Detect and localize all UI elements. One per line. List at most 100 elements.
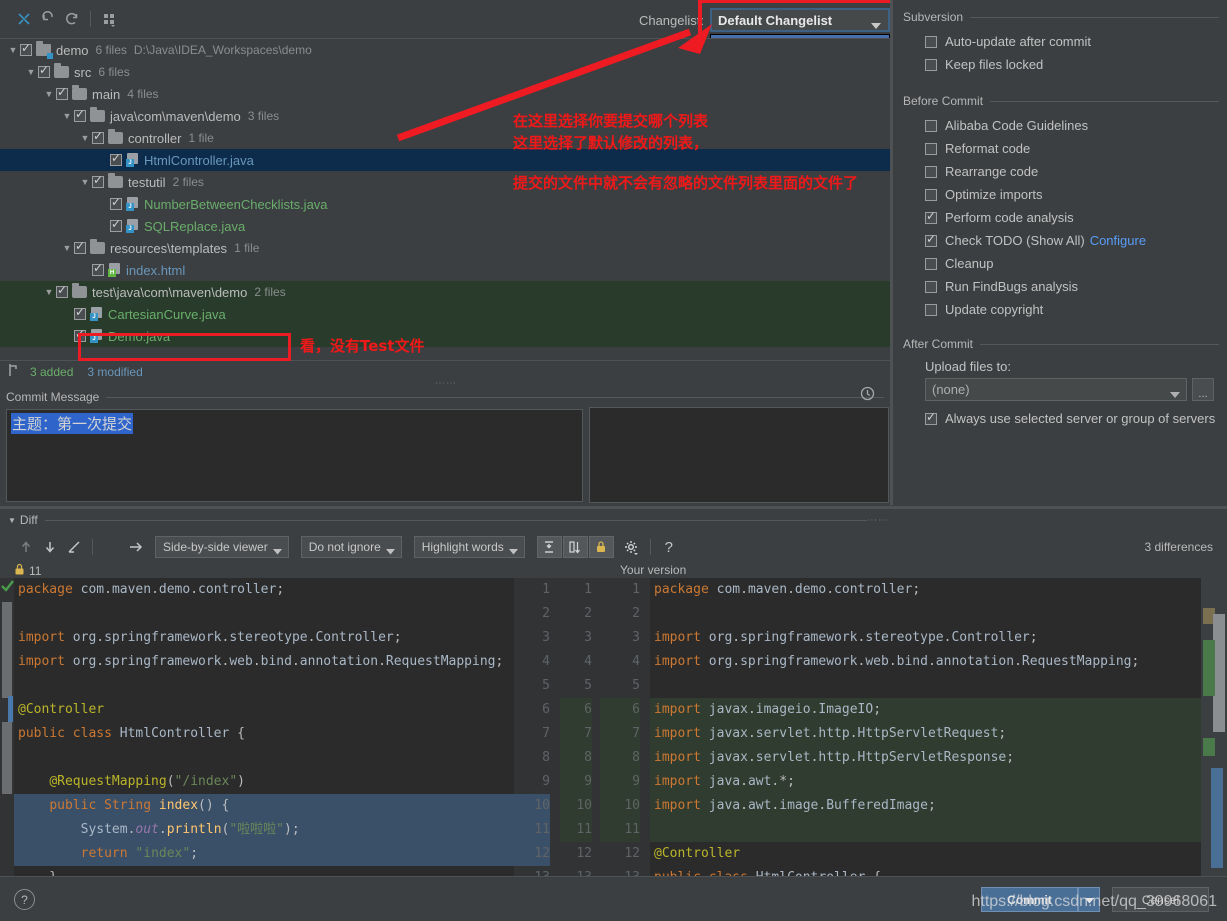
before-commit-option-alibaba-code-guidelines[interactable]: Alibaba Code Guidelines xyxy=(903,114,1219,137)
tree-node-sqlreplace-java[interactable]: SQLReplace.java xyxy=(0,215,890,237)
history-clock-icon[interactable] xyxy=(860,386,875,404)
left-code-area[interactable]: package com.maven.demo.controller; impor… xyxy=(14,578,514,878)
tree-node-numberbetweenchecklists-java[interactable]: NumberBetweenChecklists.java xyxy=(0,193,890,215)
chevron-down-icon[interactable]: ▼ xyxy=(8,516,16,525)
help-button[interactable]: ? xyxy=(14,889,35,910)
checkbox[interactable] xyxy=(925,303,937,316)
arrow-left-icon[interactable] xyxy=(99,536,123,558)
gear-icon[interactable] xyxy=(620,536,644,558)
tree-node-checkbox[interactable] xyxy=(110,151,122,166)
tree-expand-icon[interactable]: ▼ xyxy=(78,133,92,143)
tree-node-checkbox[interactable] xyxy=(74,107,86,122)
right-code-area[interactable]: package com.maven.demo.controller; impor… xyxy=(650,578,1201,878)
checkbox[interactable] xyxy=(925,142,937,155)
accept-change-icon[interactable] xyxy=(1,579,14,596)
checkbox[interactable] xyxy=(925,257,937,270)
diff-right-pane[interactable]: 1 2 3 4 5 6 7 8 9 10 11 12 13 1 2 3 4 5 6 7 8 9 10 11 12 13 pack… xyxy=(560,578,1227,878)
horizontal-splitter[interactable] xyxy=(0,506,1227,509)
diff-viewer[interactable]: package com.maven.demo.controller; impor… xyxy=(0,578,1227,878)
tree-expand-icon[interactable]: ▼ xyxy=(42,287,56,297)
tree-node-htmlcontroller-java[interactable]: HtmlController.java xyxy=(0,149,890,171)
checkbox[interactable] xyxy=(925,165,937,178)
diff-section-header[interactable]: ▼ Diff ⋯⋯ xyxy=(0,512,1227,528)
tree-node-checkbox[interactable] xyxy=(56,85,68,100)
commit-dropdown-button[interactable] xyxy=(1078,887,1100,912)
tree-node-checkbox[interactable] xyxy=(74,305,86,320)
commit-button[interactable]: Commit xyxy=(981,887,1078,912)
tree-expand-icon[interactable]: ▼ xyxy=(6,45,20,55)
splitter-handle[interactable]: ⋯⋯ xyxy=(435,378,457,389)
arrow-up-icon[interactable] xyxy=(14,536,38,558)
tree-node-checkbox[interactable] xyxy=(74,239,86,254)
before-commit-option-optimize-imports[interactable]: Optimize imports xyxy=(903,183,1219,206)
upload-target-combo[interactable]: (none) xyxy=(925,378,1187,401)
before-commit-option-perform-code-analysis[interactable]: Perform code analysis xyxy=(903,206,1219,229)
expand-collapse-icon[interactable] xyxy=(12,7,36,31)
arrow-right-icon[interactable] xyxy=(123,536,147,558)
collapse-unchanged-icon[interactable] xyxy=(536,536,562,558)
viewer-mode-combo[interactable]: Side-by-side viewer xyxy=(155,536,289,558)
tree-node-resources-templates[interactable]: ▼ resources\templates 1 file xyxy=(0,237,890,259)
tree-node-main[interactable]: ▼ main 4 files xyxy=(0,83,890,105)
splitter-handle[interactable]: ⋯⋯ xyxy=(867,515,889,526)
checkbox[interactable] xyxy=(925,209,937,224)
refresh-icon[interactable] xyxy=(60,7,84,31)
diff-left-pane[interactable]: package com.maven.demo.controller; impor… xyxy=(0,578,560,878)
browse-servers-button[interactable]: ... xyxy=(1192,378,1214,401)
before-commit-option-run-findbugs-analysis[interactable]: Run FindBugs analysis xyxy=(903,275,1219,298)
before-commit-option-reformat-code[interactable]: Reformat code xyxy=(903,137,1219,160)
svn-option-auto-update-after-commit[interactable]: Auto-update after commit xyxy=(903,30,1219,53)
tree-expand-icon[interactable]: ▼ xyxy=(78,177,92,187)
tree-node-test-java-com-maven-demo[interactable]: ▼ test\java\com\maven\demo 2 files xyxy=(0,281,890,303)
ignore-mode-combo[interactable]: Do not ignore xyxy=(300,536,402,558)
tree-node-checkbox[interactable] xyxy=(110,217,122,232)
checkbox[interactable] xyxy=(925,119,937,132)
changelist-combo[interactable]: Default Changelist xyxy=(710,8,890,32)
tree-node-checkbox[interactable] xyxy=(92,261,104,276)
tree-node-checkbox[interactable] xyxy=(92,173,104,188)
tree-expand-icon[interactable]: ▼ xyxy=(60,111,74,121)
before-commit-option-update-copyright[interactable]: Update copyright xyxy=(903,298,1219,321)
left-change-gutter[interactable] xyxy=(0,578,14,878)
before-commit-options[interactable]: Alibaba Code Guidelines Reformat code Rear… xyxy=(903,114,1219,321)
show-whitespace-icon[interactable] xyxy=(562,536,588,558)
diff-overview-scrollbar[interactable] xyxy=(1201,578,1227,878)
lock-icon[interactable] xyxy=(588,536,614,558)
cancel-button[interactable]: Cancel xyxy=(1112,887,1209,912)
configure-link[interactable]: Configure xyxy=(1090,233,1146,248)
tree-node-checkbox[interactable] xyxy=(110,195,122,210)
before-commit-option-check-todo-show-all[interactable]: Check TODO (Show All) Configure xyxy=(903,229,1219,252)
group-by-icon[interactable] xyxy=(97,7,121,31)
svn-option-keep-files-locked[interactable]: Keep files locked xyxy=(903,53,1219,76)
checkbox[interactable] xyxy=(925,188,937,201)
tree-node-checkbox[interactable] xyxy=(92,129,104,144)
pencil-icon[interactable] xyxy=(62,536,86,558)
tree-node-checkbox[interactable] xyxy=(38,63,50,78)
tree-node-cartesiancurve-java[interactable]: CartesianCurve.java xyxy=(0,303,890,325)
before-commit-option-cleanup[interactable]: Cleanup xyxy=(903,252,1219,275)
checkbox[interactable] xyxy=(925,280,937,293)
tree-node-src[interactable]: ▼ src 6 files xyxy=(0,61,890,83)
tree-node-java-com-maven-demo[interactable]: ▼ java\com\maven\demo 3 files xyxy=(0,105,890,127)
tree-expand-icon[interactable]: ▼ xyxy=(42,89,56,99)
changed-files-tree[interactable]: ▼demo6 filesD:\Java\IDEA_Workspaces\demo… xyxy=(0,38,890,358)
tree-node-checkbox[interactable] xyxy=(20,41,32,56)
checkbox[interactable] xyxy=(925,58,937,71)
tree-node-index-html[interactable]: index.html xyxy=(0,259,890,281)
arrow-down-icon[interactable] xyxy=(38,536,62,558)
tree-expand-icon[interactable]: ▼ xyxy=(60,243,74,253)
checkbox[interactable] xyxy=(925,232,937,247)
tree-expand-icon[interactable]: ▼ xyxy=(24,67,38,77)
question-icon[interactable]: ? xyxy=(657,536,681,558)
tree-node-checkbox[interactable] xyxy=(56,283,68,298)
highlight-mode-combo[interactable]: Highlight words xyxy=(413,536,525,558)
tree-node-controller[interactable]: ▼ controller 1 file xyxy=(0,127,890,149)
checkbox[interactable] xyxy=(925,35,937,48)
always-use-server-row[interactable]: Always use selected server or group of s… xyxy=(903,407,1219,430)
tree-node-demo[interactable]: ▼ demo 6 files D:\Java\IDEA_Workspaces\demo xyxy=(0,39,890,61)
always-use-server-checkbox[interactable] xyxy=(925,410,937,425)
before-commit-option-rearrange-code[interactable]: Rearrange code xyxy=(903,160,1219,183)
commit-message-input[interactable]: 主题：第一次提交 xyxy=(6,409,583,502)
rollback-icon[interactable] xyxy=(36,7,60,31)
vertical-splitter[interactable] xyxy=(890,0,893,505)
